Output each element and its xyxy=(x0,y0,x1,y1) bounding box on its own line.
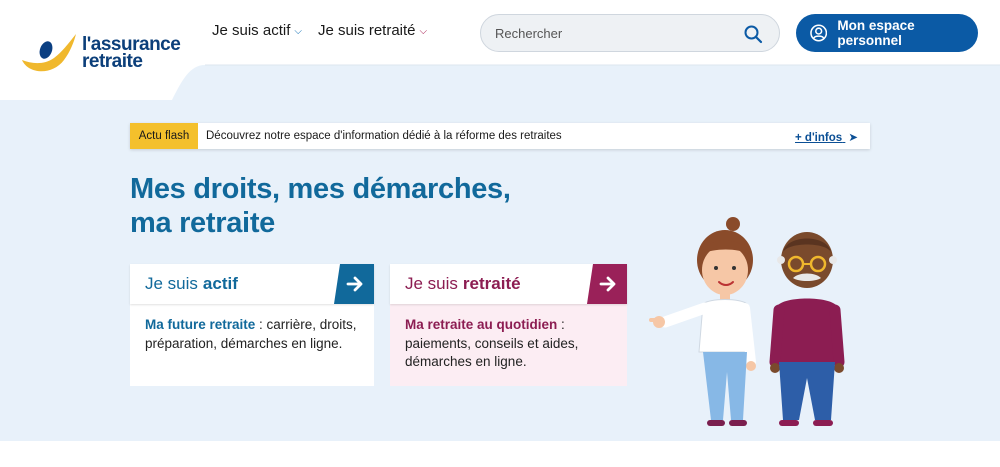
logo-mark-icon xyxy=(22,34,76,72)
logo-line2: retraite xyxy=(82,51,143,72)
card-retraite[interactable]: Je suis retraité Ma retraite au quotidie… xyxy=(390,264,627,386)
nav-item-retraite[interactable]: Je suis retraité ⌵ xyxy=(318,22,427,39)
chevron-down-icon: ⌵ xyxy=(419,26,428,37)
card-title-prefix: Je suis xyxy=(405,274,458,293)
card-title-strong: retraité xyxy=(462,274,521,293)
woman-figure xyxy=(649,217,756,426)
account-button[interactable]: Mon espace personnel xyxy=(796,14,978,52)
user-icon xyxy=(810,24,828,42)
nav-item-actif[interactable]: Je suis actif ⌵ xyxy=(212,22,302,39)
arrow-right-icon: ➤ xyxy=(848,132,858,144)
flash-badge: Actu flash xyxy=(130,123,198,149)
search-box xyxy=(480,14,780,52)
card-lead: Ma retraite au quotidien xyxy=(405,317,558,332)
card-actif[interactable]: Je suis actif Ma future retraite : carri… xyxy=(130,264,374,386)
card-header: Je suis retraité xyxy=(390,264,627,304)
arrow-right-icon[interactable] xyxy=(587,264,627,304)
card-lead: Ma future retraite xyxy=(145,317,256,332)
flash-more-link[interactable]: + d'infos ➤ xyxy=(795,130,858,144)
main-nav: Je suis actif ⌵ Je suis retraité ⌵ xyxy=(212,22,427,39)
search-icon[interactable] xyxy=(743,24,763,44)
card-description: Ma retraite au quotidien : paiements, co… xyxy=(390,304,627,386)
card-title-prefix: Je suis xyxy=(145,274,198,293)
page-title-line2: ma retraite xyxy=(130,207,275,239)
bottom-strip xyxy=(0,441,1000,467)
account-button-label: Mon espace personnel xyxy=(837,18,915,48)
site-logo[interactable]: l'assurance retraite xyxy=(18,30,188,76)
search-input[interactable] xyxy=(495,25,735,41)
arrow-right-icon[interactable] xyxy=(334,264,374,304)
flash-banner: Actu flash Découvrez notre espace d'info… xyxy=(130,123,870,149)
nav-item-label: Je suis retraité xyxy=(317,22,416,39)
chevron-down-icon: ⌵ xyxy=(294,26,302,37)
page-title: Mes droits, mes démarches, ma retraite xyxy=(130,172,511,240)
page-title-line1: Mes droits, mes démarches, xyxy=(130,173,511,205)
man-figure xyxy=(769,232,845,426)
card-header: Je suis actif xyxy=(130,264,374,304)
people-illustration xyxy=(649,217,845,426)
flash-link-label: + d'infos xyxy=(795,132,843,144)
flash-text: Découvrez notre espace d'information déd… xyxy=(206,130,562,142)
card-description: Ma future retraite : carrière, droits, p… xyxy=(130,304,374,386)
card-title-strong: actif xyxy=(202,274,238,293)
nav-item-label: Je suis actif xyxy=(212,22,291,39)
